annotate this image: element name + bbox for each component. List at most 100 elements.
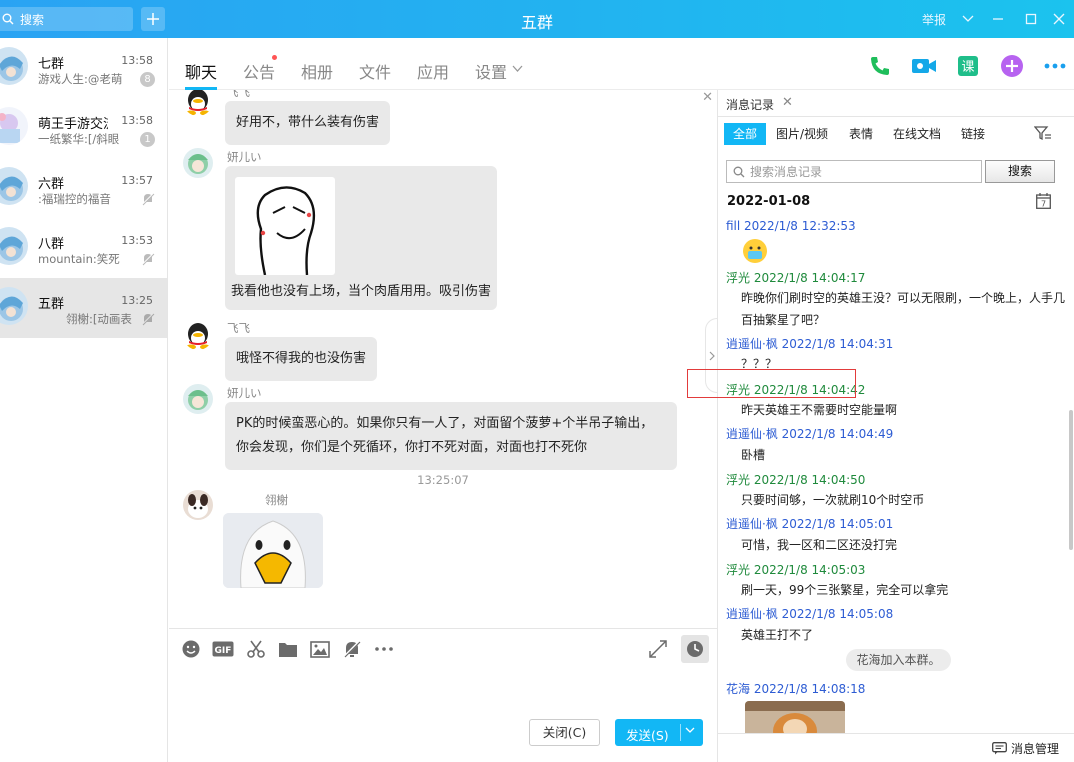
chat-bubble-icon: [992, 742, 1007, 755]
mute-bell-icon: [141, 252, 155, 269]
folder-icon[interactable]: [277, 638, 299, 660]
conversation-time: 13:53: [121, 234, 153, 247]
class-icon[interactable]: 课: [955, 53, 981, 79]
send-label: 发送(S): [626, 728, 669, 743]
conversation-item[interactable]: 六群 13:57 :福瑞控的福音: [0, 158, 167, 218]
message-bubble[interactable]: 我看他也没有上场，当个肉盾用用。吸引伤害: [225, 166, 497, 310]
search-icon: [2, 13, 14, 25]
avatar: [183, 90, 213, 116]
history-search-placeholder: 搜索消息记录: [750, 165, 823, 179]
avatar: [0, 227, 28, 265]
add-button[interactable]: [141, 7, 165, 31]
history-tab[interactable]: 消息记录: [726, 96, 774, 113]
history-search-input[interactable]: 搜索消息记录: [726, 160, 982, 183]
tab-apps[interactable]: 应用: [417, 59, 449, 83]
record-text: 昨晚你们刷时空的英雄王没？可以无限刷，一个晚上，人手几百抽繁星了吧？: [741, 291, 1066, 327]
chevron-down-icon[interactable]: [958, 9, 978, 29]
record-text: 英雄王打不了: [741, 628, 814, 642]
search-input[interactable]: 搜索: [0, 7, 133, 31]
conversation-preview: 一纸繁华:[/斜眼: [38, 132, 120, 146]
report-button[interactable]: 举报: [922, 11, 946, 28]
record-text: 可惜，我一区和二区还没打完: [741, 538, 898, 552]
send-button[interactable]: 发送(S): [615, 719, 703, 746]
history-clock-icon[interactable]: [681, 635, 709, 663]
record-text: 卧槽: [741, 448, 766, 462]
scissors-icon[interactable]: [245, 638, 267, 660]
tab-announcement[interactable]: 公告: [243, 59, 275, 83]
phone-icon[interactable]: [867, 53, 893, 79]
panel-footer-divider: [718, 733, 1074, 734]
conversation-item[interactable]: 萌王手游交流 13:58 一纸繁华:[/斜眼 1: [0, 98, 167, 158]
message-bubble[interactable]: 好用不，带什么装有伤害: [225, 101, 391, 145]
expand-icon[interactable]: [647, 638, 669, 660]
close-icon[interactable]: [1049, 9, 1069, 29]
unread-badge: 1: [140, 132, 155, 147]
avatar: [0, 167, 28, 205]
sticker-image[interactable]: [235, 177, 335, 276]
chevron-down-icon[interactable]: [512, 65, 523, 73]
conversation-list: 七群 13:58 游戏人生:@老萌 8 萌王手游交流 13:58 一纸繁华:[/…: [0, 38, 168, 762]
message-bubble[interactable]: 哦怪不得我的也没伤害: [225, 337, 378, 381]
conversation-time: 13:58: [121, 114, 153, 127]
record-header: fill 2022/1/8 12:32:53: [726, 219, 856, 233]
filter-links[interactable]: 链接: [961, 123, 985, 145]
chevron-down-icon[interactable]: [685, 727, 695, 734]
message-management-button[interactable]: 消息管理: [992, 740, 1059, 757]
conversation-name: 八群: [38, 237, 65, 252]
conversation-item-active[interactable]: 五群 13:25 翎榭:[动画表: [0, 278, 167, 338]
tab-chat[interactable]: 聊天: [185, 59, 217, 83]
sender-name: 飞飞: [227, 321, 250, 335]
message-timestamp: 13:25:07: [417, 473, 469, 487]
message-list[interactable]: ✕ 飞飞 好用不，带什么装有伤害 妍儿い 我看他也没有上场，当个肉盾用用。吸引伤…: [169, 90, 717, 628]
message-bubble[interactable]: PK的时候蛮恶心的。如果你只有一人了，对面留个菠萝+个半吊子输出，你会发现，你们…: [225, 402, 677, 470]
minimize-icon[interactable]: [988, 9, 1008, 29]
conversation-item[interactable]: 八群 13:53 mountain:笑死: [0, 218, 167, 278]
filter-stickers[interactable]: 表情: [849, 123, 873, 145]
more-icon[interactable]: [373, 638, 395, 660]
conversation-item[interactable]: 七群 13:58 游戏人生:@老萌 8: [0, 38, 167, 98]
conversation-time: 13:57: [121, 174, 153, 187]
filter-icon[interactable]: [1034, 126, 1052, 142]
tab-album[interactable]: 相册: [301, 59, 333, 83]
sticker-image[interactable]: [223, 513, 323, 588]
new-dot: [272, 55, 277, 60]
conversation-time: 13:25: [121, 294, 153, 307]
video-call-icon[interactable]: [911, 53, 937, 79]
conversation-name: 五群: [38, 297, 65, 312]
record-text: 刷一天，99个三张繁星，完全可以拿完: [741, 583, 949, 597]
history-search-button[interactable]: 搜索: [985, 160, 1055, 183]
close-button[interactable]: 关闭(C): [529, 719, 600, 746]
gif-icon[interactable]: GIF: [212, 638, 234, 660]
maximize-icon[interactable]: [1021, 9, 1041, 29]
search-icon: [733, 166, 745, 177]
calendar-icon[interactable]: 7: [1036, 193, 1051, 209]
image-icon[interactable]: [309, 638, 331, 660]
plus-icon: [147, 13, 159, 25]
filter-docs[interactable]: 在线文档: [893, 123, 941, 145]
close-icon[interactable]: ✕: [782, 95, 793, 110]
message-management-label: 消息管理: [1011, 742, 1060, 756]
record-header: 逍遥仙·枫 2022/1/8 14:04:31: [726, 337, 894, 351]
send-divider: [680, 724, 681, 741]
close-icon[interactable]: ✕: [702, 90, 713, 105]
input-toolbar: GIF: [169, 628, 717, 668]
emoji-icon[interactable]: [180, 638, 202, 660]
mute-bell-icon: [141, 312, 155, 329]
message-text: 我看他也没有上场，当个肉盾用用。吸引伤害: [231, 284, 492, 299]
filter-all[interactable]: 全部: [724, 123, 767, 145]
scrollbar[interactable]: [1069, 410, 1073, 550]
avatar: [183, 320, 213, 350]
highlight-box: [687, 369, 856, 398]
filter-media[interactable]: 图片/视频: [776, 123, 828, 145]
conversation-name: 六群: [38, 177, 65, 192]
add-app-icon[interactable]: [999, 53, 1025, 79]
mute-bell-icon[interactable]: [341, 638, 363, 660]
tab-settings[interactable]: 设置: [475, 59, 507, 83]
record-text: 昨天英雄王不需要时空能量啊: [741, 403, 898, 417]
dog-photo-image[interactable]: [745, 701, 845, 733]
avatar: [0, 287, 28, 325]
more-icon[interactable]: [1042, 53, 1068, 79]
tab-files[interactable]: 文件: [359, 59, 391, 83]
record-header: 逍遥仙·枫 2022/1/8 14:04:49: [726, 427, 894, 441]
conversation-preview: 翎榭:[动画表: [66, 312, 132, 326]
